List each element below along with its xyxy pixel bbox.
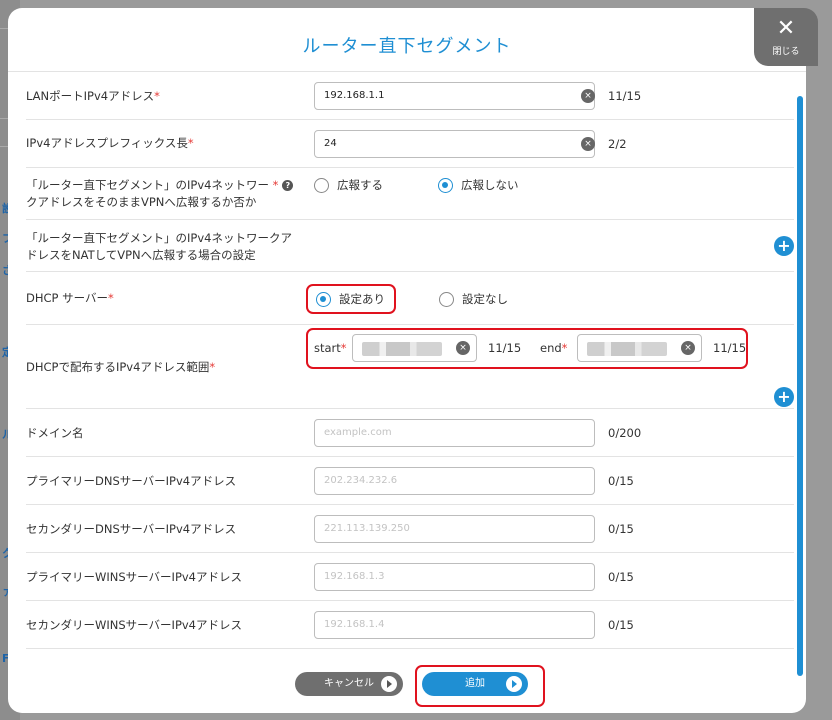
domain-label: ドメイン名: [26, 426, 84, 440]
required-mark: *: [268, 178, 279, 192]
row-dhcp: DHCP サーバー* 設定あり 設定なし: [26, 272, 794, 325]
highlight-box: [306, 284, 396, 314]
primary-wins-input[interactable]: 192.168.1.3: [314, 563, 595, 591]
highlight-box: [415, 665, 545, 707]
nat-label-line1: 「ルーター直下セグメント」のIPv4ネットワークア: [26, 231, 292, 245]
primary-dns-input[interactable]: 202.234.232.6: [314, 467, 595, 495]
primary-dns-label: プライマリーDNSサーバーIPv4アドレス: [26, 474, 237, 488]
clear-icon[interactable]: ×: [581, 137, 595, 151]
prefix-counter: 2/2: [608, 137, 627, 151]
row-domain: ドメイン名 example.com 0/200: [26, 409, 794, 457]
row-advertise: 「ルーター直下セグメント」のIPv4ネットワー *? クアドレスをそのままVPN…: [26, 168, 794, 220]
lan-port-counter: 11/15: [608, 89, 642, 103]
row-primary-dns: プライマリーDNSサーバーIPv4アドレス 202.234.232.6 0/15: [26, 457, 794, 505]
primary-wins-label: プライマリーWINSサーバーIPv4アドレス: [26, 570, 242, 584]
close-button[interactable]: ✕ 閉じる: [754, 8, 818, 66]
add-range-button[interactable]: +: [774, 387, 794, 407]
secondary-dns-input[interactable]: 221.113.139.250: [314, 515, 595, 543]
advertise-label-line1: 「ルーター直下セグメント」のIPv4ネットワー: [26, 178, 269, 192]
dhcp-label: DHCP サーバー: [26, 291, 109, 305]
required-mark: *: [209, 360, 216, 374]
row-primary-wins: プライマリーWINSサーバーIPv4アドレス 192.168.1.3 0/15: [26, 553, 794, 601]
domain-counter: 0/200: [608, 426, 642, 440]
primary-dns-counter: 0/15: [608, 474, 634, 488]
advertise-label-line2: クアドレスをそのままVPNへ広報するか否か: [26, 195, 257, 209]
radio-label: 設定なし: [462, 292, 508, 306]
row-nat: 「ルーター直下セグメント」のIPv4ネットワークア ドレスをNATしてVPNへ広…: [26, 220, 794, 272]
dialog-title: ルーター直下セグメント: [302, 36, 512, 57]
arrow-right-icon: [381, 676, 397, 692]
secondary-dns-label: セカンダリーDNSサーバーIPv4アドレス: [26, 522, 237, 536]
row-prefix: IPv4アドレスプレフィックス長* 24 × 2/2: [26, 120, 794, 168]
radio-advertise-no[interactable]: 広報しない: [438, 177, 519, 193]
row-dhcp-range: DHCPで配布するIPv4アドレス範囲* start* × 11/15 end*…: [26, 325, 794, 409]
required-mark: *: [187, 136, 194, 150]
secondary-dns-counter: 0/15: [608, 522, 634, 536]
cancel-label: キャンセル: [324, 678, 374, 689]
dialog: ルーター直下セグメント LANポートIPv4アドレス* 192.168.1.1 …: [8, 8, 806, 713]
row-secondary-dns: セカンダリーDNSサーバーIPv4アドレス 221.113.139.250 0/…: [26, 505, 794, 553]
domain-input[interactable]: example.com: [314, 419, 595, 447]
radio-advertise-yes[interactable]: 広報する: [314, 177, 383, 193]
clear-icon[interactable]: ×: [581, 89, 595, 103]
help-icon[interactable]: ?: [282, 180, 294, 191]
close-icon: ✕: [776, 16, 796, 41]
add-nat-button[interactable]: +: [774, 236, 794, 256]
dhcp-range-label: DHCPで配布するIPv4アドレス範囲: [26, 360, 210, 374]
nat-label-line2: ドレスをNATしてVPNへ広報する場合の設定: [26, 248, 256, 262]
radio-dhcp-off[interactable]: 設定なし: [439, 291, 508, 307]
row-lan-port: LANポートIPv4アドレス* 192.168.1.1 × 11/15: [26, 72, 794, 120]
radio-unchecked-icon: [314, 177, 329, 193]
primary-wins-counter: 0/15: [608, 570, 634, 584]
secondary-wins-counter: 0/15: [608, 618, 634, 632]
scrollbar[interactable]: [797, 96, 803, 676]
radio-unchecked-icon: [439, 291, 454, 307]
required-mark: *: [154, 89, 160, 103]
secondary-wins-label: セカンダリーWINSサーバーIPv4アドレス: [26, 618, 242, 632]
row-secondary-wins: セカンダリーWINSサーバーIPv4アドレス 192.168.1.4 0/15: [26, 601, 794, 649]
secondary-wins-input[interactable]: 192.168.1.4: [314, 611, 595, 639]
cancel-button[interactable]: キャンセル: [295, 672, 403, 696]
lan-port-input[interactable]: 192.168.1.1: [314, 82, 595, 110]
radio-label: 広報しない: [461, 178, 519, 192]
radio-label: 広報する: [337, 178, 383, 192]
close-label: 閉じる: [772, 47, 800, 57]
prefix-label: IPv4アドレスプレフィックス長: [26, 136, 188, 150]
lan-port-label: LANポートIPv4アドレス: [26, 89, 155, 103]
required-mark: *: [108, 291, 114, 305]
prefix-input[interactable]: 24: [314, 130, 595, 158]
radio-checked-icon: [438, 177, 453, 193]
highlight-box: [306, 328, 748, 369]
